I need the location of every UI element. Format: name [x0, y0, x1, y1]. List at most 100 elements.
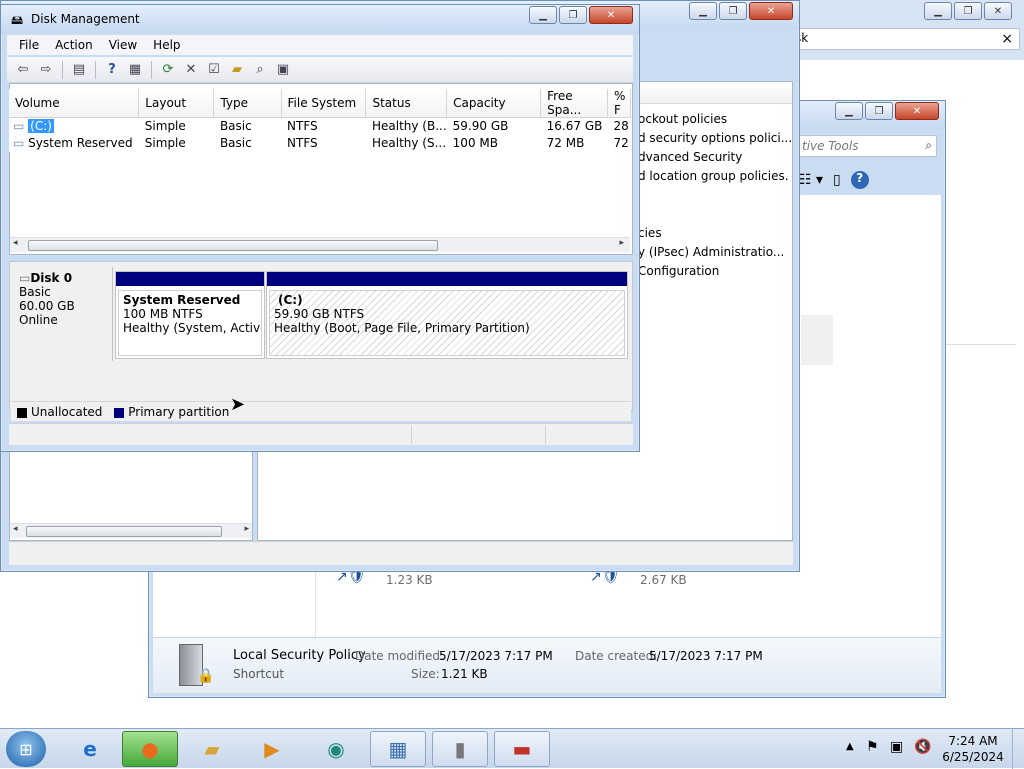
mmc-minimize-button[interactable]: ▁: [689, 2, 717, 20]
scroll-left-icon[interactable]: ◂: [13, 238, 18, 248]
capacity-cell: 59.90 GB: [452, 119, 509, 134]
scroll-thumb[interactable]: [26, 526, 222, 537]
refresh-icon[interactable]: ⟳: [158, 60, 178, 80]
taskbar-security-policy-icon[interactable]: ▮: [432, 731, 488, 767]
details-name: Local Security Policy: [233, 648, 366, 663]
col-type[interactable]: Type: [213, 89, 282, 118]
col-layout[interactable]: Layout: [138, 89, 215, 118]
properties-check-icon[interactable]: ☑: [204, 60, 224, 80]
bg-search-close-icon[interactable]: ×: [1001, 31, 1013, 47]
partition-system-reserved[interactable]: System Reserved 100 MB NTFS Healthy (Sys…: [115, 271, 265, 359]
policy-list-item[interactable]: cies: [638, 226, 794, 245]
dm-restore-button[interactable]: ❐: [559, 6, 587, 24]
forward-arrow-icon[interactable]: ⇨: [36, 60, 56, 80]
explorer-file-area: ↗🛡 1.23 KB ↗🛡 2.67 KB: [315, 567, 935, 637]
explorer-preview-block: [801, 315, 833, 365]
taskbar-media-player-icon[interactable]: ▶: [244, 731, 300, 767]
taskbar: ⊞ e ● ▰ ▶ ◉ ▦ ▮ ▬ ▲ ⚑ ▣ 🔇 7:24 AM 6/25/2…: [0, 728, 1024, 769]
tray-clock[interactable]: 7:24 AM 6/25/2024: [940, 733, 1006, 765]
dm-minimize-button[interactable]: ▁: [529, 6, 557, 24]
menu-file[interactable]: File: [19, 38, 39, 52]
mmc-close-button[interactable]: ✕: [749, 2, 793, 20]
policy-list-item[interactable]: d security options polici...: [638, 131, 794, 150]
policy-list-item[interactable]: d location group policies.: [638, 169, 794, 188]
taskbar-firefox-icon[interactable]: ●: [122, 731, 178, 767]
dm-close-button[interactable]: ✕: [589, 6, 633, 24]
volume-cell: ▭ System Reserved: [9, 135, 139, 152]
tray-show-hidden-icon[interactable]: ▲: [846, 741, 854, 752]
col-percent-free[interactable]: % F: [607, 89, 632, 118]
scroll-right-icon[interactable]: ▸: [619, 238, 624, 248]
disk-size: 60.00 GB: [19, 299, 75, 313]
bg-restore-button[interactable]: ❐: [954, 2, 982, 20]
scroll-left-icon[interactable]: ◂: [13, 524, 18, 534]
background-window-controls: ▁ ❐ ✕: [924, 2, 1012, 20]
scroll-right-icon[interactable]: ▸: [244, 524, 249, 534]
explorer-minimize-button[interactable]: ▁: [835, 102, 863, 120]
explorer-close-button[interactable]: ✕: [895, 102, 939, 120]
mmc-window-controls: ▁ ❐ ✕: [689, 2, 793, 20]
table-row[interactable]: ▭ (C:) Simple Basic NTFS Healthy (B... 5…: [9, 118, 631, 135]
partition-primary-bar: [267, 272, 627, 286]
bg-search-box[interactable]: sk ×: [790, 28, 1020, 50]
explorer-toolbar: ☷ ▾ ▯ ?: [799, 167, 939, 193]
col-free-space[interactable]: Free Spa...: [540, 89, 608, 118]
mmc-tree-scrollbar[interactable]: ◂ ▸: [10, 523, 252, 538]
col-volume[interactable]: Volume: [9, 89, 140, 118]
help-icon[interactable]: ?: [850, 171, 869, 189]
explorer-search-box[interactable]: tive Tools ⌕: [797, 135, 937, 157]
search-disk-icon[interactable]: ⌕: [250, 60, 270, 80]
back-arrow-icon[interactable]: ⇦: [13, 60, 33, 80]
policy-list-item[interactable]: Configuration: [638, 264, 794, 283]
menu-view[interactable]: View: [109, 38, 137, 52]
menu-action[interactable]: Action: [55, 38, 93, 52]
dm-statusbar: [9, 423, 633, 445]
col-status[interactable]: Status: [365, 89, 448, 118]
taskbar-control-panel-icon[interactable]: ▦: [370, 731, 426, 767]
mmc-restore-button[interactable]: ❐: [719, 2, 747, 20]
taskbar-ie-icon[interactable]: e: [62, 731, 118, 767]
taskbar-network-icon[interactable]: ◉: [308, 731, 364, 767]
col-filesystem[interactable]: File System: [281, 89, 367, 118]
explorer-restore-button[interactable]: ❐: [865, 102, 893, 120]
bg-divider: [946, 344, 1016, 345]
policy-list-item[interactable]: dvanced Security: [638, 150, 794, 169]
volume-list-scrollbar[interactable]: ◂ ▸: [10, 237, 630, 252]
table-row[interactable]: ▭ System Reserved Simple Basic NTFS Heal…: [9, 135, 631, 152]
start-button[interactable]: ⊞: [6, 731, 46, 767]
menu-help[interactable]: Help: [153, 38, 180, 52]
tray-volume-muted-icon[interactable]: 🔇: [914, 739, 931, 755]
explorer-search-text: tive Tools: [802, 139, 859, 153]
policy-list-item[interactable]: y (IPsec) Administratio...: [638, 245, 794, 264]
delete-icon[interactable]: ✕: [181, 60, 201, 80]
configure-icon[interactable]: ▣: [273, 60, 293, 80]
taskbar-toolbox-icon[interactable]: ▬: [494, 731, 550, 767]
type-cell: Basic: [219, 136, 252, 150]
legend-unallocated: Unallocated: [31, 405, 103, 419]
help-book-icon[interactable]: ?: [102, 60, 122, 80]
taskbar-explorer-icon[interactable]: ▰: [184, 731, 240, 767]
properties-icon[interactable]: ▦: [125, 60, 145, 80]
volume-drive-icon: ▭: [13, 136, 25, 150]
tray-network-icon[interactable]: ▣: [890, 739, 903, 755]
preview-pane-icon[interactable]: ▯: [833, 172, 841, 188]
partition-c-drive[interactable]: (C:) 59.90 GB NTFS Healthy (Boot, Page F…: [266, 271, 628, 359]
disk-state: Online: [19, 313, 58, 327]
show-hide-console-icon[interactable]: ▤: [69, 60, 89, 80]
policy-list-item[interactable]: ockout policies: [638, 112, 794, 131]
details-created: 5/17/2023 7:17 PM: [649, 649, 763, 663]
show-desktop-button[interactable]: [1012, 729, 1024, 769]
partition-size: 100 MB NTFS: [123, 307, 203, 321]
disk-0-label[interactable]: ▭Disk 0 Basic 60.00 GB Online: [11, 267, 113, 361]
mmc-statusbar: [9, 541, 793, 565]
details-size-label: Size:: [411, 667, 440, 681]
bg-close-button[interactable]: ✕: [984, 2, 1012, 20]
scroll-thumb[interactable]: [28, 240, 438, 251]
bg-minimize-button[interactable]: ▁: [924, 2, 952, 20]
partition-status: Healthy (Boot, Page File, Primary Partit…: [274, 321, 530, 335]
tray-flag-icon[interactable]: ⚑: [866, 739, 879, 755]
partition-name: (C:): [278, 293, 303, 307]
open-folder-icon[interactable]: ▰: [227, 60, 247, 80]
view-options-icon[interactable]: ☷ ▾: [799, 172, 823, 188]
col-capacity[interactable]: Capacity: [446, 89, 542, 118]
